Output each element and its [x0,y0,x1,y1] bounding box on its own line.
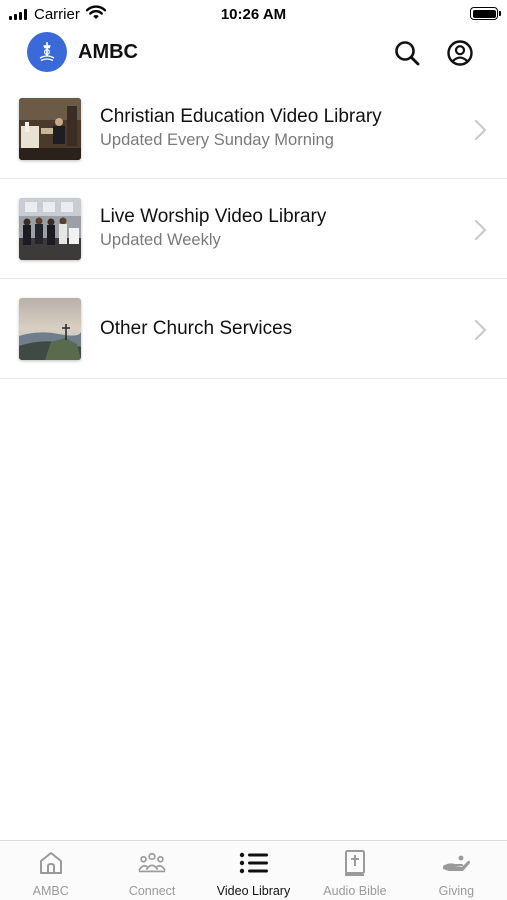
tab-label: Video Library [216,884,291,898]
app-title: AMBC [78,41,138,63]
home-icon [36,849,66,877]
tab-ambc[interactable]: AMBC [0,841,101,900]
list-item-live-worship[interactable]: Live Worship Video Library Updated Weekl… [0,179,507,279]
list-item-title: Christian Education Video Library [100,106,382,127]
chevron-right-icon [475,220,486,240]
list-item-subtitle: Updated Every Sunday Morning [100,131,334,149]
hilltop-cross-thumbnail [19,298,81,360]
battery-icon [470,7,501,20]
chevron-right-icon [475,320,486,340]
tab-giving[interactable]: Giving [406,841,507,900]
bottom-tab-bar: AMBC Connect Video Library Audio Bible G… [0,840,507,900]
status-bar: Carrier 10:26 AM [0,0,507,28]
tab-label: Audio Bible [323,884,387,898]
people-icon [137,849,167,877]
search-icon [395,41,420,66]
list-item-title: Other Church Services [100,318,293,339]
giving-hand-icon [441,849,471,877]
chevron-right-icon [475,120,486,140]
list-icon [239,849,269,877]
app-logo[interactable] [27,32,67,72]
tab-label: Giving [438,884,475,898]
tab-audio-bible[interactable]: Audio Bible [304,841,405,900]
tab-label: AMBC [32,884,69,898]
church-cross-logo-icon [39,42,55,62]
tab-video-library[interactable]: Video Library [203,841,304,900]
search-button[interactable] [392,38,422,68]
app-header: AMBC [0,28,507,78]
tab-label: Connect [128,884,176,898]
status-time: 10:26 AM [220,6,287,23]
choir-thumbnail [19,198,81,260]
bible-icon [340,849,370,877]
account-icon [447,40,473,66]
list-item-other-services[interactable]: Other Church Services [0,279,507,379]
list-item-subtitle: Updated Weekly [100,231,221,249]
video-library-list: Christian Education Video Library Update… [0,79,507,379]
tab-connect[interactable]: Connect [101,841,202,900]
account-button[interactable] [445,38,475,68]
church-pulpit-thumbnail [19,98,81,160]
list-item-christian-education[interactable]: Christian Education Video Library Update… [0,79,507,179]
list-item-title: Live Worship Video Library [100,206,327,227]
